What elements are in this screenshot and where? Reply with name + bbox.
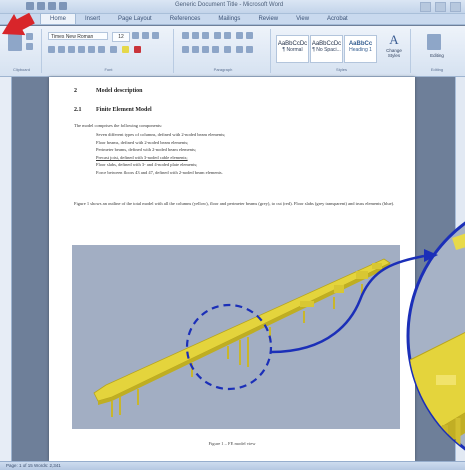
italic-icon[interactable] (58, 46, 65, 53)
change-styles-icon: A (389, 32, 399, 47)
heading-1-number: 2 (74, 88, 77, 94)
tab-home[interactable]: Home (40, 13, 77, 24)
tab-acrobat[interactable]: Acrobat (318, 14, 357, 24)
tab-page-layout[interactable]: Page Layout (109, 14, 161, 24)
window-controls (420, 2, 461, 12)
figure-intro-paragraph: Figure 1 shows an outline of the total m… (74, 201, 395, 206)
undo-icon[interactable] (37, 2, 45, 10)
font-label: Font (104, 67, 113, 72)
heading-2-number: 2.1 (74, 107, 82, 113)
align-left-icon[interactable] (182, 46, 189, 53)
document-page[interactable]: 2 Model description 2.1 Finite Element Mod… (49, 77, 415, 461)
shading-icon[interactable] (236, 46, 243, 53)
redo-icon[interactable] (48, 2, 56, 10)
highlight-icon[interactable] (122, 46, 129, 53)
clipboard-group: Clipboard (2, 29, 42, 73)
minimize-button[interactable] (420, 2, 431, 12)
sort-icon[interactable] (236, 32, 243, 39)
heading-1-text: Model description (96, 88, 143, 94)
align-center-icon[interactable] (192, 46, 199, 53)
figure-caption: Figure 1 – FE model view (208, 441, 256, 446)
subscript-icon[interactable] (88, 46, 95, 53)
save-icon[interactable] (26, 2, 34, 10)
strikethrough-icon[interactable] (78, 46, 85, 53)
styles-label: Styles (336, 67, 347, 72)
pilcrow-icon[interactable] (246, 32, 253, 39)
ribbon-tabs: Home Insert Page Layout References Maili… (0, 13, 465, 25)
clipboard-label: Clipboard (12, 67, 31, 72)
customize-icon[interactable] (59, 2, 67, 10)
model-deck-edge (98, 263, 390, 405)
justify-icon[interactable] (212, 46, 219, 53)
underline-icon[interactable] (68, 46, 75, 53)
change-styles-label: Change Styles (386, 48, 402, 58)
list-item: Floor slabs, defined with 3- and 4-noded… (96, 162, 198, 168)
heading-2: 2.1 Finite Element Model (74, 107, 152, 113)
font-size-select[interactable]: 12 (112, 32, 130, 42)
font-group: Times New Roman 12 Font (44, 29, 174, 73)
style-label: ¶ Normal (282, 47, 303, 53)
style-normal[interactable]: AaBbCcDc ¶ Normal (276, 35, 309, 63)
editing-label[interactable]: Editing (417, 53, 457, 58)
font-color-icon[interactable] (134, 46, 141, 53)
font-name-select[interactable]: Times New Roman (48, 32, 108, 40)
decrease-indent-icon[interactable] (214, 32, 221, 39)
grow-font-icon[interactable] (132, 32, 139, 39)
quick-access-toolbar[interactable] (26, 2, 67, 10)
paragraph-group: Paragraph (176, 29, 271, 73)
list-item: Floor beams, defined with 2-noded beam e… (96, 139, 189, 145)
borders-icon[interactable] (246, 46, 253, 53)
shrink-font-icon[interactable] (142, 32, 149, 39)
tab-references[interactable]: References (161, 14, 210, 24)
intro-paragraph: The model comprises the following compon… (74, 123, 163, 128)
close-button[interactable] (450, 2, 461, 12)
change-case-icon[interactable] (110, 46, 117, 53)
cut-icon[interactable] (26, 33, 33, 40)
style-no-spacing[interactable]: AaBbCcDc ¶ No Spaci... (310, 35, 343, 63)
list-item: Force between floors 43 and 47, defined … (96, 169, 223, 175)
superscript-icon[interactable] (98, 46, 105, 53)
tab-insert[interactable]: Insert (76, 14, 109, 24)
align-right-icon[interactable] (202, 46, 209, 53)
numbering-icon[interactable] (192, 32, 199, 39)
copy-icon[interactable] (26, 43, 33, 50)
style-label: Heading 1 (349, 47, 372, 53)
fe-model-figure[interactable] (72, 245, 400, 429)
ribbon: Clipboard Times New Roman 12 Font Paragr… (0, 26, 465, 77)
list-item: Seven different types of columns, define… (96, 132, 226, 137)
vertical-ruler (0, 77, 12, 461)
style-label: ¶ No Spaci... (312, 47, 341, 53)
increase-indent-icon[interactable] (224, 32, 231, 39)
editing-group-label: Editing (430, 67, 444, 72)
list-item: Precast joist, defined with 3-noded cabl… (96, 154, 188, 160)
fe-model-illustration (93, 258, 391, 417)
editing-group: Editing Editing (413, 29, 461, 73)
multilevel-list-icon[interactable] (202, 32, 209, 39)
change-styles-button[interactable]: A Change Styles (381, 32, 407, 66)
tab-mailings[interactable]: Mailings (209, 14, 249, 24)
styles-group: AaBbCcDc ¶ Normal AaBbCcDc ¶ No Spaci...… (273, 29, 411, 73)
status-text: Page: 1 of 15 Words: 2,341 (6, 463, 61, 468)
model-columns (111, 284, 363, 417)
model-deck (93, 258, 391, 402)
line-spacing-icon[interactable] (224, 46, 231, 53)
binoculars-icon[interactable] (427, 34, 441, 50)
maximize-button[interactable] (435, 2, 446, 12)
clear-format-icon[interactable] (152, 32, 159, 39)
vertical-scrollbar[interactable] (455, 77, 465, 461)
heading-1: 2 Model description (74, 88, 143, 94)
paste-icon[interactable] (8, 33, 22, 51)
style-heading-1[interactable]: AaBbCc Heading 1 (344, 35, 377, 63)
bold-icon[interactable] (48, 46, 55, 53)
list-item: Perimeter beams, defined with 2-noded be… (96, 147, 197, 153)
tab-review[interactable]: Review (249, 14, 287, 24)
paragraph-label: Paragraph (213, 67, 233, 72)
tab-view[interactable]: View (287, 14, 318, 24)
heading-2-text: Finite Element Model (96, 107, 152, 113)
component-list: Seven different types of columns, define… (96, 131, 225, 177)
title-bar: Generic Document Title - Microsoft Word (0, 0, 465, 14)
window-title: Generic Document Title - Microsoft Word (175, 2, 284, 8)
bullets-icon[interactable] (182, 32, 189, 39)
